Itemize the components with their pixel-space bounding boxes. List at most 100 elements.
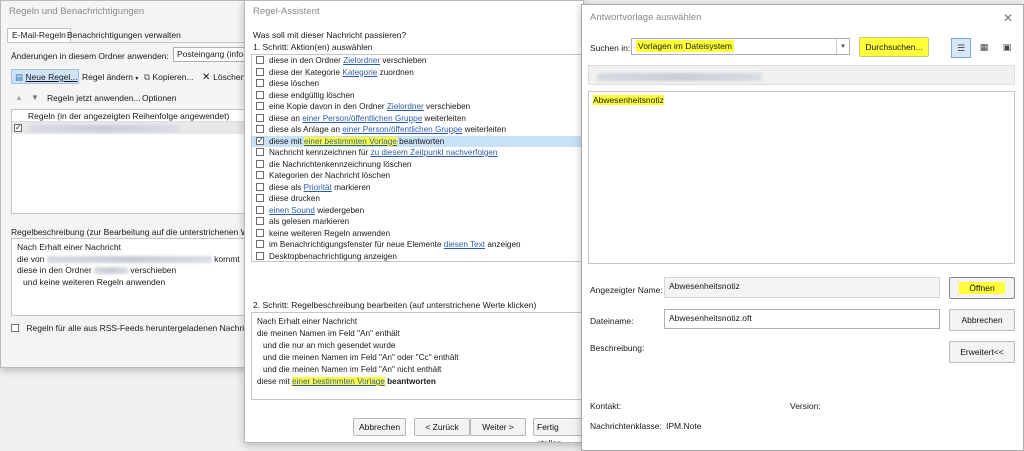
delete-button[interactable]: ✕ Löschen bbox=[202, 72, 245, 83]
action-checkbox[interactable] bbox=[256, 205, 264, 214]
action-item[interactable]: diese endgültig löschen bbox=[252, 90, 583, 102]
action-item[interactable]: die Nachrichtenkennzeichnung löschen bbox=[252, 159, 583, 171]
action-checkbox[interactable] bbox=[256, 102, 264, 110]
action-item[interactable]: diese in den Ordner Zielordner verschieb… bbox=[252, 55, 583, 67]
action-checkbox[interactable] bbox=[256, 159, 264, 168]
file-item[interactable]: Abwesenheitsnotiz bbox=[591, 94, 666, 106]
wizard-finish-button[interactable]: Fertig stellen bbox=[533, 418, 583, 442]
advanced-button[interactable]: Erweitert<< bbox=[949, 341, 1015, 363]
wizard-title: Regel-Assistent bbox=[245, 1, 583, 23]
path-redacted bbox=[597, 72, 762, 81]
rule-name-redacted bbox=[29, 125, 180, 133]
action-link[interactable]: einer bestimmten Vorlage bbox=[304, 136, 397, 146]
action-checkbox[interactable] bbox=[256, 148, 264, 156]
action-checkbox[interactable] bbox=[256, 135, 264, 146]
delete-icon: ✕ bbox=[202, 72, 214, 83]
template-link[interactable]: einer bestimmten Vorlage bbox=[292, 377, 385, 386]
action-item[interactable]: diese der Kategorie Kategorie zuordnen bbox=[252, 67, 583, 79]
action-checkbox[interactable] bbox=[256, 194, 264, 202]
action-item[interactable]: keine weiteren Regeln anwenden bbox=[252, 228, 583, 240]
cancel-button[interactable]: Abbrechen bbox=[949, 309, 1015, 331]
tab-email-rules[interactable]: E-Mail-Regeln bbox=[7, 28, 71, 42]
wizard-cancel-button[interactable]: Abbrechen bbox=[353, 418, 406, 436]
action-link[interactable]: einer Person/öffentlichen Gruppe bbox=[342, 125, 462, 134]
new-rule-icon: ▤ bbox=[15, 72, 24, 82]
message-class-value: IPM.Note bbox=[666, 421, 702, 431]
action-checkbox[interactable] bbox=[256, 182, 264, 191]
action-item[interactable]: diese drucken bbox=[252, 193, 583, 205]
action-link[interactable]: einen Sound bbox=[269, 206, 315, 215]
action-link[interactable]: Kategorie bbox=[342, 68, 377, 77]
rules-window-title: Regeln und Benachrichtigungen bbox=[1, 1, 251, 23]
action-item[interactable]: diese als Anlage an einer Person/öffentl… bbox=[252, 124, 583, 136]
options-link[interactable]: Optionen bbox=[142, 93, 177, 103]
details-view-icon[interactable]: ▦ bbox=[974, 38, 994, 58]
copy-button[interactable]: ⧉ Kopieren... bbox=[144, 72, 194, 83]
action-checkbox[interactable] bbox=[256, 228, 264, 237]
action-link[interactable]: Priorität bbox=[304, 183, 332, 192]
wizard-next-button[interactable]: Weiter > bbox=[470, 418, 526, 436]
chevron-down-icon: ▾ bbox=[135, 76, 139, 82]
large-icons-view-icon[interactable]: ▣ bbox=[997, 38, 1017, 58]
action-checkbox[interactable] bbox=[256, 251, 264, 260]
action-item[interactable]: eine Kopie davon in den Ordner Zielordne… bbox=[252, 101, 583, 113]
action-item[interactable]: diese löschen bbox=[252, 78, 583, 90]
action-item[interactable]: als gelesen markieren bbox=[252, 216, 583, 228]
template-dialog: Antwortvorlage auswählen ✕ Suchen in: Vo… bbox=[581, 4, 1024, 451]
list-view-icon[interactable]: ☰ bbox=[951, 38, 971, 58]
rule-row[interactable] bbox=[12, 122, 251, 134]
message-class-label: Nachrichtenklasse: bbox=[590, 421, 662, 431]
move-down-icon[interactable]: ▼ bbox=[31, 93, 39, 102]
rss-checkbox[interactable] bbox=[11, 324, 19, 332]
open-button[interactable]: Öffnen bbox=[949, 277, 1015, 299]
action-checkbox[interactable] bbox=[256, 56, 264, 64]
rule-desc-box: Nach Erhalt einer Nachricht die von komm… bbox=[11, 238, 251, 316]
rss-option[interactable]: Regeln für alle aus RSS-Feeds herunterge… bbox=[11, 323, 251, 333]
close-icon[interactable]: ✕ bbox=[1003, 5, 1013, 31]
sender-redacted[interactable] bbox=[46, 255, 212, 263]
action-checkbox[interactable] bbox=[256, 79, 264, 87]
rules-list-header: Regeln (in der angezeigten Reihenfolge a… bbox=[12, 110, 251, 122]
action-link[interactable]: einer Person/öffentlichen Gruppe bbox=[302, 114, 422, 123]
filename-label: Dateiname: bbox=[590, 316, 634, 326]
move-up-icon[interactable]: ▲ bbox=[15, 93, 23, 102]
desc-line-from: die von kommt bbox=[17, 253, 240, 264]
action-checkbox[interactable] bbox=[256, 171, 264, 179]
wizard-step1-label: 1. Schritt: Aktion(en) auswählen bbox=[253, 42, 373, 52]
new-rule-button[interactable]: ▤ Neue Regel... bbox=[11, 69, 79, 84]
action-item[interactable]: diese mit einer bestimmten Vorlage beant… bbox=[252, 135, 583, 147]
chevron-down-icon: ▾ bbox=[836, 39, 849, 54]
action-item[interactable]: einen Sound wiedergeben bbox=[252, 205, 583, 217]
action-link[interactable]: zu diesem Zeitpunkt nachverfolgen bbox=[371, 148, 498, 157]
action-link[interactable]: Zielordner bbox=[343, 56, 380, 65]
action-item[interactable]: Desktopbenachrichtigung anzeigen bbox=[252, 251, 583, 262]
filename-field[interactable]: Abwesenheitsnotiz.oft bbox=[664, 309, 940, 329]
change-rule-button[interactable]: Regel ändern ▾ bbox=[82, 72, 138, 82]
action-checkbox[interactable] bbox=[256, 125, 264, 133]
browse-button[interactable]: Durchsuchen... bbox=[859, 37, 929, 57]
search-in-label: Suchen in: bbox=[590, 43, 631, 53]
version-label: Version: bbox=[790, 401, 821, 411]
action-item[interactable]: diese als Priorität markieren bbox=[252, 182, 583, 194]
action-item[interactable]: Nachricht kennzeichnen für zu diesem Zei… bbox=[252, 147, 583, 159]
tab-manage-notifications[interactable]: Benachrichtigungen verwalten bbox=[67, 30, 181, 40]
wizard-back-button[interactable]: < Zurück bbox=[414, 418, 470, 436]
action-checkbox[interactable] bbox=[256, 90, 264, 99]
rule-checkbox[interactable] bbox=[14, 122, 22, 134]
action-item[interactable]: Kategorien der Nachricht löschen bbox=[252, 170, 583, 182]
wizard-step2-label: 2. Schritt: Regelbeschreibung bearbeiten… bbox=[253, 300, 537, 310]
folder-select[interactable]: Posteingang (info@ bbox=[173, 47, 251, 62]
action-item[interactable]: diese an einer Person/öffentlichen Grupp… bbox=[252, 113, 583, 125]
action-checkbox[interactable] bbox=[256, 217, 264, 225]
action-checkbox[interactable] bbox=[256, 67, 264, 76]
run-rules-link[interactable]: Regeln jetzt anwenden... bbox=[47, 93, 141, 103]
action-item[interactable]: im Benachrichtigungsfenster für neue Ele… bbox=[252, 239, 583, 251]
folder-redacted[interactable] bbox=[94, 267, 129, 275]
action-link[interactable]: Zielordner bbox=[387, 102, 424, 111]
action-link[interactable]: diesen Text bbox=[444, 240, 485, 249]
wizard-desc-box: Nach Erhalt einer Nachricht die meinen N… bbox=[251, 312, 583, 400]
rule-desc-label: Regelbeschreibung (zur Bearbeitung auf d… bbox=[11, 227, 249, 237]
search-in-select[interactable]: Vorlagen im Dateisystem ▾ bbox=[631, 38, 850, 55]
action-checkbox[interactable] bbox=[256, 240, 264, 248]
action-checkbox[interactable] bbox=[256, 113, 264, 122]
